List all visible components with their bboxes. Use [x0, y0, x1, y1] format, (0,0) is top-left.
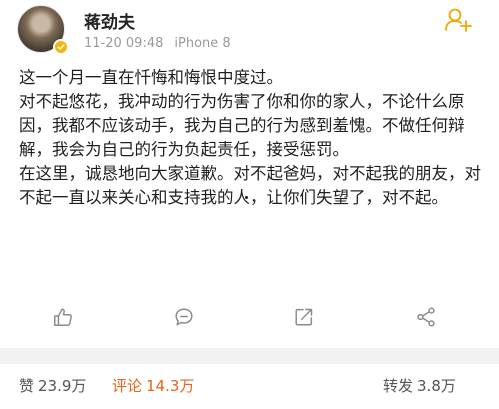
- reposts-count: 3.8万: [417, 377, 456, 395]
- weibo-post: 蒋劲夫 11-20 09:48 iPhone 8 这一个月一直在忏悔和悔恨中度过…: [0, 0, 499, 348]
- avatar[interactable]: [17, 5, 69, 57]
- post-paragraph: 在这里，诚恳地向大家道歉。对不起爸妈，对不起我的朋友，对不起一直以来关心和支持我…: [19, 164, 481, 207]
- likes-label: 赞: [19, 377, 35, 395]
- share-icon: [417, 307, 435, 327]
- post-content: 这一个月一直在忏悔和悔恨中度过。 对不起悠花，我冲动的行为伤害了你和你的家人，不…: [19, 66, 481, 210]
- stray-dot: [245, 196, 248, 199]
- reposts-label: 转发: [383, 377, 414, 395]
- comments-stat[interactable]: 评论 14.3万: [112, 375, 194, 396]
- reposts-stat[interactable]: 转发 3.8万: [383, 375, 456, 396]
- add-user-icon: [445, 8, 472, 32]
- comment-icon: [175, 308, 193, 326]
- share-button[interactable]: [413, 304, 439, 330]
- post-paragraph: 对不起悠花，我冲动的行为伤害了你和你的家人，不论什么原因，我都不应该动手，我为自…: [19, 92, 465, 159]
- post-device: iPhone 8: [174, 36, 231, 51]
- follow-button[interactable]: [442, 4, 474, 36]
- section-divider: [0, 348, 499, 364]
- comments-label: 评论: [112, 377, 143, 395]
- comment-button[interactable]: [171, 304, 197, 330]
- repost-icon: [295, 308, 313, 326]
- likes-stat[interactable]: 赞 23.9万: [19, 375, 86, 396]
- stats-bar: 赞 23.9万 评论 14.3万 转发 3.8万: [0, 364, 499, 409]
- action-bar: [0, 300, 499, 334]
- verified-badge-icon: [53, 39, 69, 55]
- post-meta: 11-20 09:48 iPhone 8: [84, 36, 231, 51]
- post-paragraph: 这一个月一直在忏悔和悔恨中度过。: [19, 68, 283, 87]
- like-button[interactable]: [50, 304, 76, 330]
- thumbs-up-icon: [54, 308, 72, 326]
- post-time: 11-20 09:48: [84, 36, 164, 51]
- username[interactable]: 蒋劲夫: [84, 8, 135, 33]
- likes-count: 23.9万: [38, 377, 87, 395]
- repost-button[interactable]: [291, 304, 317, 330]
- comments-count: 14.3万: [146, 377, 195, 395]
